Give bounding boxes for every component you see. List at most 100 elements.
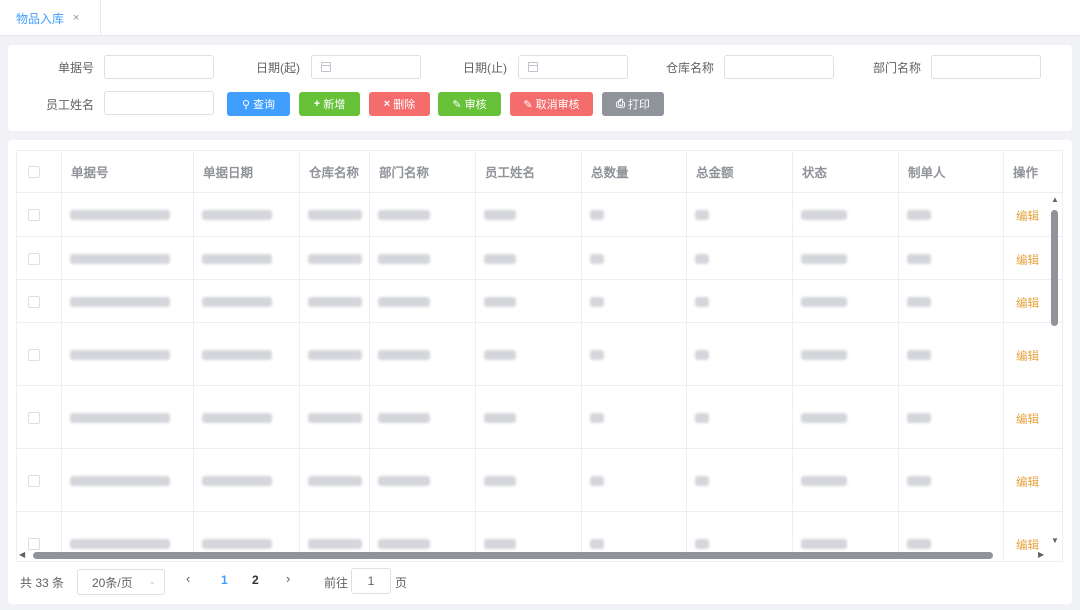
column-header[interactable]: 部门名称 [370, 151, 476, 193]
row-checkbox[interactable] [28, 475, 40, 487]
tab-item-stock-in[interactable]: 物品入库 × [0, 0, 101, 36]
obscured-value [907, 254, 931, 264]
obscured-value [378, 539, 430, 549]
table-cell [62, 237, 194, 280]
table-cell [476, 280, 582, 323]
edit-link[interactable]: 编辑 [1016, 537, 1039, 553]
obscured-value [695, 350, 709, 360]
edit-link[interactable]: 编辑 [1016, 411, 1039, 427]
select-all-checkbox[interactable] [28, 166, 40, 178]
row-checkbox[interactable] [28, 412, 40, 424]
column-header[interactable]: 总数量 [582, 151, 687, 193]
obscured-value [590, 254, 604, 264]
row-checkbox[interactable] [28, 538, 40, 550]
cancel-approve-button[interactable]: ✎ 取消审核 [510, 92, 593, 116]
delete-button[interactable]: × 删除 [369, 92, 430, 116]
table-cell [62, 449, 194, 512]
column-header[interactable]: 操作 [1004, 151, 1062, 193]
obscured-value [202, 413, 272, 423]
table-panel: 单据号 单据日期 仓库名称 部门名称 员工姓名 总数量 总金额 状态 制单人 操… [8, 140, 1072, 604]
prev-page-icon[interactable]: ‹ [186, 571, 190, 586]
obscured-value [202, 539, 272, 549]
column-header[interactable]: 总金额 [687, 151, 793, 193]
table-cell [582, 449, 687, 512]
table-cell [194, 323, 300, 386]
table-cell [582, 323, 687, 386]
scroll-down-icon[interactable]: ▼ [1051, 536, 1059, 545]
column-header[interactable]: 单据日期 [194, 151, 300, 193]
table-cell [194, 193, 300, 237]
page-size-select[interactable]: 20条/页 ⌄ [77, 569, 165, 595]
edit-link[interactable]: 编辑 [1016, 295, 1039, 311]
table-cell [194, 449, 300, 512]
row-checkbox[interactable] [28, 349, 40, 361]
tab-close-icon[interactable]: × [73, 12, 79, 24]
query-button[interactable]: ⚲ 查询 [227, 92, 290, 116]
obscured-value [70, 297, 170, 307]
scroll-right-icon[interactable]: ▶ [1038, 550, 1044, 559]
row-checkbox[interactable] [28, 209, 40, 221]
add-button[interactable]: + 新增 [299, 92, 360, 116]
close-icon: × [383, 98, 391, 110]
table-cell [582, 237, 687, 280]
table-cell [793, 386, 899, 449]
edit-link[interactable]: 编辑 [1016, 208, 1039, 224]
obscured-value [695, 539, 709, 549]
table-cell [793, 280, 899, 323]
next-page-icon[interactable]: › [286, 571, 290, 586]
table-cell [899, 449, 1004, 512]
column-header[interactable]: 状态 [793, 151, 899, 193]
page-number-current[interactable]: 1 [221, 573, 228, 587]
column-header[interactable]: 员工姓名 [476, 151, 582, 193]
column-header[interactable]: 仓库名称 [300, 151, 370, 193]
goto-page-input[interactable]: 1 [351, 568, 391, 594]
vertical-scrollbar[interactable] [1051, 210, 1058, 326]
order-no-input[interactable] [104, 55, 214, 79]
page-number[interactable]: 2 [252, 573, 259, 587]
table-cell [899, 193, 1004, 237]
warehouse-label: 仓库名称 [665, 61, 714, 75]
obscured-value [308, 413, 362, 423]
table-cell [17, 449, 62, 512]
table-cell [17, 193, 62, 237]
page-size-value: 20条/页 [92, 575, 133, 590]
table-cell [582, 193, 687, 237]
date-end-input[interactable] [518, 55, 628, 79]
row-checkbox[interactable] [28, 296, 40, 308]
obscured-value [202, 297, 272, 307]
obscured-value [484, 297, 516, 307]
date-start-label: 日期(起) [256, 61, 300, 75]
table-cell [793, 193, 899, 237]
edit-link[interactable]: 编辑 [1016, 474, 1039, 490]
print-button[interactable]: ⎙ 打印 [602, 92, 664, 116]
obscured-value [907, 539, 931, 549]
table-cell [793, 323, 899, 386]
scroll-up-icon[interactable]: ▲ [1051, 195, 1059, 204]
edit-link[interactable]: 编辑 [1016, 348, 1039, 364]
table-cell [582, 280, 687, 323]
horizontal-scrollbar[interactable] [33, 552, 993, 559]
edit-link[interactable]: 编辑 [1016, 252, 1039, 268]
calendar-icon [321, 62, 331, 72]
obscured-value [378, 350, 430, 360]
department-input[interactable] [931, 55, 1041, 79]
obscured-value [308, 210, 362, 220]
obscured-value [308, 539, 362, 549]
goto-page-value: 1 [367, 574, 375, 588]
date-start-input[interactable] [311, 55, 421, 79]
table-cell [687, 449, 793, 512]
obscured-value [378, 476, 430, 486]
column-header[interactable]: 制单人 [899, 151, 1004, 193]
row-checkbox[interactable] [28, 253, 40, 265]
approve-button[interactable]: ✎ 审核 [438, 92, 501, 116]
obscured-value [801, 297, 847, 307]
obscured-value [202, 254, 272, 264]
warehouse-input[interactable] [724, 55, 834, 79]
obscured-value [801, 539, 847, 549]
table-cell [476, 449, 582, 512]
employee-input[interactable] [104, 91, 214, 115]
scroll-left-icon[interactable]: ◀ [19, 550, 25, 559]
column-header[interactable]: 单据号 [62, 151, 194, 193]
obscured-value [590, 476, 604, 486]
obscured-value [202, 210, 272, 220]
